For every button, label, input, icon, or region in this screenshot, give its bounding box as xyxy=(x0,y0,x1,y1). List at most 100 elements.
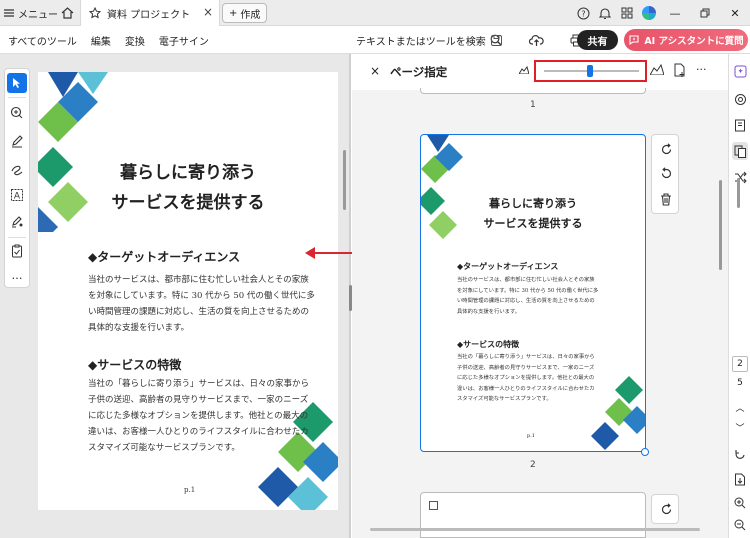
thumb-line: 当社のサービスは、都市部に住む忙しい社会人とその家族 xyxy=(457,277,595,283)
rotate-counterclockwise-icon xyxy=(661,166,671,178)
section1-heading: ◆ターゲットオーディエンス xyxy=(88,250,241,264)
zoom-out-mountain-icon[interactable] xyxy=(519,66,529,74)
zoom-out-button[interactable] xyxy=(732,516,748,534)
close-icon[interactable]: × xyxy=(203,5,213,19)
account-button[interactable] xyxy=(638,0,660,26)
menu-button[interactable]: メニュー xyxy=(4,4,58,22)
page-thumbnail-1[interactable] xyxy=(420,88,646,94)
section2-line: スタマイズ可能なサービスプランです。 xyxy=(88,443,240,453)
search-label: テキストまたはツールを検索 xyxy=(356,36,486,48)
notification-button[interactable] xyxy=(594,0,616,26)
insert-page-icon[interactable] xyxy=(674,63,686,77)
section2-line: 当社の「暮らしに寄り添う」サービスは、日々の家事から xyxy=(88,379,310,389)
comments-panel-button[interactable] xyxy=(732,90,748,108)
thumb-title-line1: 暮らしに寄り添う xyxy=(489,197,577,210)
tool-menu: すべてのツール 編集 変換 電子サイン xyxy=(8,26,209,54)
ai-assistant-button[interactable]: AI アシスタントに質問 xyxy=(624,29,748,51)
save-page-button[interactable] xyxy=(732,470,748,488)
minimize-button[interactable]: — xyxy=(660,0,690,26)
menu-edit[interactable]: 編集 xyxy=(91,33,111,48)
section1-line: を対象にしています。特に 30 代から 50 代の働く世代に多 xyxy=(88,291,315,301)
select-tool-button[interactable] xyxy=(7,73,27,93)
page-download-icon xyxy=(735,473,745,485)
arrow-left-icon xyxy=(305,247,315,259)
tab-document[interactable]: 資料 プロジェクト × xyxy=(80,0,220,26)
combine-tool-button[interactable] xyxy=(732,168,748,186)
tab-title: 資料 プロジェクト xyxy=(107,9,191,21)
organize-pages-button[interactable] xyxy=(732,142,748,160)
cursor-icon xyxy=(13,78,20,88)
zoom-in-icon xyxy=(734,497,746,509)
pen-icon xyxy=(12,135,23,148)
section2-line: 子供の送迎、高齢者の見守りサービスまで、一家のニーズ xyxy=(88,395,309,405)
page-number-label-2: 2 xyxy=(530,460,536,470)
zoom-in-button[interactable] xyxy=(732,494,748,512)
ai-panel-button[interactable] xyxy=(732,62,748,80)
close-window-button[interactable]: ✕ xyxy=(720,0,750,26)
current-page-input[interactable]: 2 xyxy=(732,356,748,372)
section2-heading: ◆サービスの特徴 xyxy=(88,358,182,372)
tool-search[interactable]: テキストまたはツールを検索 xyxy=(356,26,502,54)
bookmarks-panel-button[interactable] xyxy=(732,116,748,134)
more-tools-button[interactable]: … xyxy=(7,265,27,285)
clipboard-tool-button[interactable] xyxy=(7,241,27,261)
zoom-slider-thumb[interactable] xyxy=(586,65,593,77)
menu-all-tools[interactable]: すべてのツール xyxy=(8,33,77,48)
new-tab-button[interactable]: + 作成 xyxy=(222,3,268,23)
panel-scrollbar[interactable] xyxy=(719,180,722,270)
text-tool-button[interactable]: A xyxy=(7,185,27,205)
previous-page-button[interactable]: ︿ xyxy=(732,398,748,416)
bell-icon xyxy=(599,7,611,19)
restore-button[interactable] xyxy=(690,0,720,26)
rotate-counterclockwise-button[interactable] xyxy=(656,163,676,183)
chevron-down-icon: ﹀ xyxy=(735,423,745,434)
draw-tool-button[interactable] xyxy=(7,159,27,179)
help-button[interactable]: ? xyxy=(572,0,594,26)
rotate-clockwise-button[interactable] xyxy=(656,139,676,159)
save-icon[interactable] xyxy=(490,34,503,47)
section1-line: 具体的な支援を行います。 xyxy=(88,323,190,333)
delete-page-button[interactable] xyxy=(656,189,676,209)
page-thumbnail-3[interactable] xyxy=(420,492,646,538)
page-thumbnail-2[interactable]: 暮らしに寄り添う サービスを提供する ◆ターゲットオーディエンス 当社のサービス… xyxy=(420,134,646,452)
panel-more-button[interactable]: ··· xyxy=(696,63,707,76)
document-scrollbar[interactable] xyxy=(343,150,346,210)
chevron-up-icon: ︿ xyxy=(735,403,745,414)
apps-button[interactable] xyxy=(616,0,638,26)
zoom-in-mountain-icon[interactable] xyxy=(650,64,664,75)
panel-close-button[interactable]: × xyxy=(370,64,380,78)
panel-horizontal-scrollbar[interactable] xyxy=(370,528,700,531)
section2-line: に応じた多様なオプションを提供します。他社との最大の xyxy=(88,411,309,421)
thumbnail-zoom-slider[interactable] xyxy=(534,60,647,82)
menu-e-sign[interactable]: 電子サイン xyxy=(159,33,209,48)
refresh-icon xyxy=(735,450,745,459)
total-pages: 5 xyxy=(737,378,743,388)
thumb-section2-body: 当社の「暮らしに寄り添う」サービスは、日々の家事から 子供の送迎、高齢者の見守り… xyxy=(457,352,637,405)
home-button[interactable] xyxy=(56,3,78,23)
next-page-button[interactable]: ﹀ xyxy=(732,418,748,436)
thumb-title-line2: サービスを提供する xyxy=(483,217,583,230)
close-icon: × xyxy=(370,64,381,78)
star-icon[interactable] xyxy=(89,7,101,19)
zoom-out-icon xyxy=(734,519,746,531)
share-button[interactable]: 共有 xyxy=(577,30,618,50)
right-rail: 2 5 ︿ ﹀ xyxy=(728,54,750,538)
comment-tool-button[interactable] xyxy=(7,103,27,123)
refresh-button[interactable] xyxy=(732,446,748,464)
clipboard-icon xyxy=(12,244,22,258)
menu-convert[interactable]: 変換 xyxy=(125,33,145,48)
panel-scrollbar-track xyxy=(714,94,722,534)
rotate-clockwise-button[interactable] xyxy=(656,499,676,519)
freehand-icon xyxy=(11,165,23,176)
thumbnail-resize-handle[interactable] xyxy=(641,448,649,456)
rail-scrollbar[interactable] xyxy=(737,178,740,208)
help-icon: ? xyxy=(577,7,589,19)
sign-tool-button[interactable] xyxy=(7,211,27,231)
page-checkbox[interactable] xyxy=(429,501,438,510)
minimize-icon: — xyxy=(669,6,681,20)
thumb-page-number: p.1 xyxy=(527,433,535,439)
highlight-tool-button[interactable] xyxy=(7,131,27,151)
thumb-line: 違いは、お客様一人ひとりのライフスタイルに合わせたカ xyxy=(457,385,595,392)
at-comment-icon xyxy=(734,93,746,105)
upload-cloud-icon[interactable] xyxy=(529,34,544,47)
